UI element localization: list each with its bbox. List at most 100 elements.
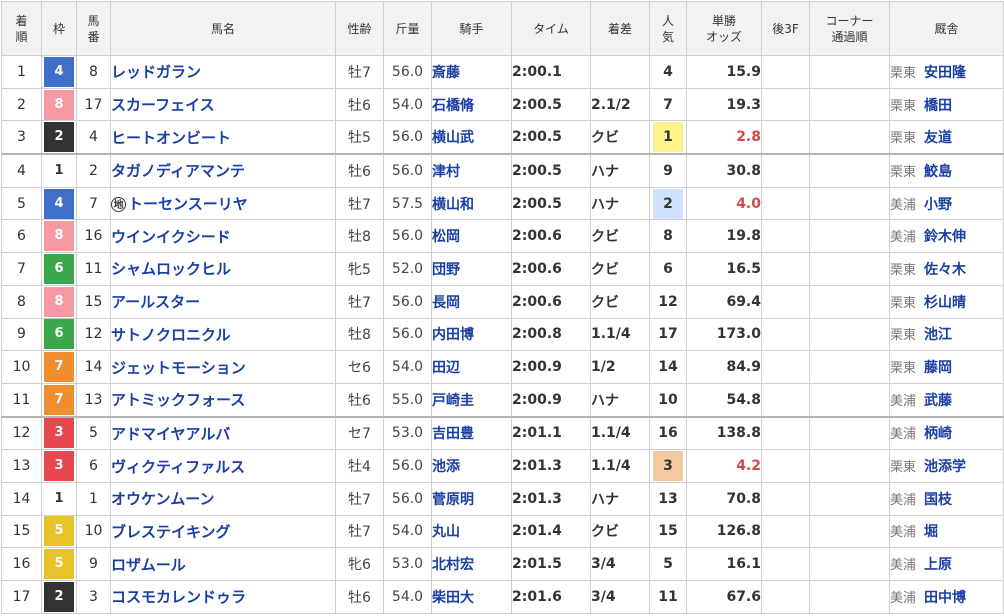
corner-order [809,55,890,89]
trainer-link[interactable]: 橋田 [924,98,952,114]
horse-name-link[interactable]: トーセンスーリヤ [128,195,248,213]
trainer-link[interactable]: 杉山晴 [924,295,966,311]
table-row: 1 4 8 レッドガラン 牡7 56.0 斎藤 2:00.1 4 15.9 栗東 安田隆 [1,55,1004,89]
finish-margin [590,55,650,89]
header-horse-name[interactable]: 馬名 [110,1,336,56]
trainer-link[interactable]: 柄崎 [924,426,952,442]
jockey-link[interactable]: 田辺 [433,360,461,376]
jockey-link[interactable]: 松岡 [433,229,461,245]
jockey-link[interactable]: 横山和 [433,197,475,213]
horse-name-link[interactable]: ヴィクティファルス [112,458,246,476]
jockey-link[interactable]: 菅原明 [433,492,475,508]
last-3f [761,153,810,188]
horse-name-link[interactable]: コスモカレンドゥラ [112,588,247,606]
horse-name-link[interactable]: ウインイクシード [112,228,231,246]
trainer-link[interactable]: 佐々木 [924,262,966,278]
header-corner-order[interactable]: コーナー 通過順 [809,1,890,56]
carried-weight: 54.0 [383,514,432,549]
horse-name-link[interactable]: ブレステイキング [112,523,231,541]
header-trainer[interactable]: 厩舎 [889,1,1004,56]
jockey-link[interactable]: 石橋脩 [433,98,475,114]
jockey-link[interactable]: 横山武 [433,130,475,146]
trainer-link[interactable]: 藤岡 [924,360,952,376]
trainer-link[interactable]: 友道 [924,130,952,146]
win-odds: 67.6 [686,580,762,614]
finish-rank: 1 [1,55,42,89]
header-rank[interactable]: 着順 [1,1,42,56]
horse-name-cell: タガノディアマンテ [110,153,336,188]
trainer-link[interactable]: 鮫島 [924,164,952,180]
trainer-link[interactable]: 武藤 [924,393,952,409]
header-last-3f[interactable]: 後3F [761,1,810,56]
horse-name-link[interactable]: アトミックフォース [112,391,246,409]
sex-age: 牡6 [335,382,384,418]
horse-name-link[interactable]: サトノクロニクル [112,326,231,344]
horse-name-link[interactable]: レッドガラン [112,63,202,81]
header-sex-age[interactable]: 性齢 [335,1,384,56]
horse-name-link[interactable]: オウケンムーン [112,490,215,508]
header-margin[interactable]: 着差 [590,1,650,56]
finish-time: 2:00.6 [511,284,591,319]
popularity-rank: 4 [663,63,673,80]
jockey-link[interactable]: 戸崎圭 [433,393,475,409]
jockey-link[interactable]: 津村 [433,164,461,180]
jockey-link[interactable]: 長岡 [433,295,461,311]
frame-cell: 5 [41,514,77,549]
trainer-cell: 栗東 佐々木 [889,252,1004,286]
trainer-cell: 栗東 友道 [889,120,1004,155]
jockey-link[interactable]: 柴田大 [433,590,475,606]
horse-name-link[interactable]: ロザムール [112,556,186,574]
horse-name-link[interactable]: アールスター [112,293,201,311]
jockey-link[interactable]: 池添 [433,459,461,475]
finish-time: 2:01.1 [511,415,591,451]
trainer-cell: 栗東 池添学 [889,449,1004,483]
win-odds: 15.9 [686,55,762,89]
jockey-link[interactable]: 斎藤 [433,65,461,81]
jockey-link[interactable]: 丸山 [433,524,461,540]
header-frame[interactable]: 枠 [41,1,77,56]
trainer-link[interactable]: 小野 [924,197,952,213]
trainer-link[interactable]: 池添学 [924,459,966,475]
jockey-link[interactable]: 団野 [433,262,461,278]
jockey-link[interactable]: 北村宏 [433,557,475,573]
horse-name-link[interactable]: ジェットモーション [112,359,246,377]
trainer-link[interactable]: 安田隆 [924,65,966,81]
finish-margin: 3/4 [590,580,650,614]
trainer-link[interactable]: 鈴木伸 [924,229,966,245]
horse-name-cell: ウインイクシード [110,219,336,254]
table-row: 9 6 12 サトノクロニクル 牡8 56.0 内田博 2:00.8 1.1/4 17 173.0 栗… [1,317,1004,352]
last-3f [761,547,810,581]
horse-name-link[interactable]: スカーフェイス [112,96,215,114]
trainer-link[interactable]: 池江 [924,327,952,343]
jockey-link[interactable]: 吉田豊 [433,426,475,442]
jockey-link[interactable]: 内田博 [433,327,475,343]
horse-name-cell: アドマイヤアルバ [110,415,336,451]
finish-margin: 1.1/4 [590,415,650,451]
horse-number: 11 [76,252,111,286]
trainer-link[interactable]: 上原 [924,557,952,573]
carried-weight: 54.0 [383,87,432,122]
finish-rank: 14 [1,481,42,516]
header-win-odds[interactable]: 単勝 オッズ [686,1,762,56]
corner-order [809,580,890,614]
table-row: 13 3 6 ヴィクティファルス 牡4 56.0 池添 2:01.3 1.1/4 3 4.2 栗東 池添… [1,449,1004,483]
header-number[interactable]: 馬番 [76,1,111,56]
header-weight[interactable]: 斤量 [383,1,432,56]
trainer-link[interactable]: 国枝 [924,492,952,508]
trainer-link[interactable]: 田中博 [924,590,966,606]
win-odds: 30.8 [686,153,762,188]
carried-weight: 56.0 [383,153,432,188]
trainer-link[interactable]: 堀 [924,524,938,540]
table-row: 16 5 9 ロザムール 牝6 53.0 北村宏 2:01.5 3/4 5 16.1 美浦 上原 [1,547,1004,581]
horse-name-link[interactable]: シャムロックヒル [112,260,232,278]
trainer-region: 栗東 [890,361,917,377]
header-jockey[interactable]: 騎手 [431,1,512,56]
horse-name-cell: アトミックフォース [110,382,336,418]
header-popularity[interactable]: 人気 [649,1,687,56]
last-3f [761,481,810,516]
header-time[interactable]: タイム [511,1,591,56]
horse-name-link[interactable]: ヒートオンビート [112,129,232,147]
horse-name-link[interactable]: タガノディアマンテ [112,162,245,180]
horse-name-link[interactable]: アドマイヤアルバ [112,425,231,443]
finish-time: 2:00.6 [511,252,591,286]
